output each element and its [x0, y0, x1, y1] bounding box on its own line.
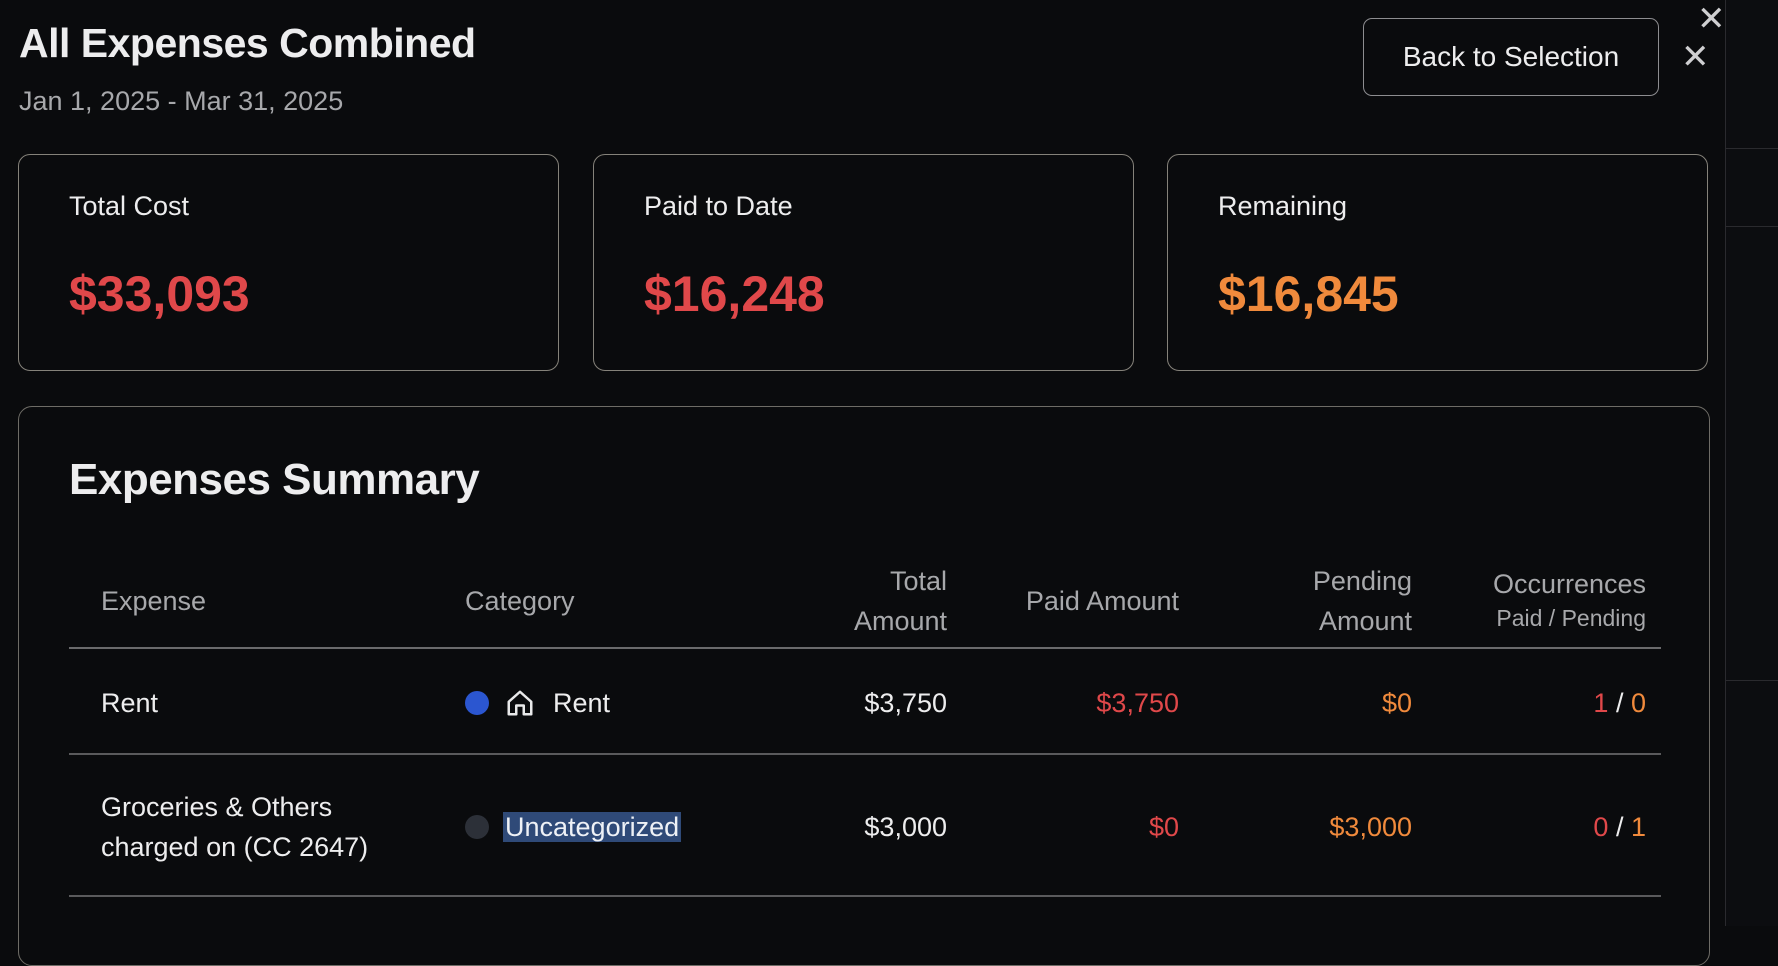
- page-title: All Expenses Combined: [19, 20, 476, 66]
- paid-to-date-card: Paid to Date $16,248: [593, 154, 1134, 371]
- total-cost-value: $33,093: [69, 266, 250, 322]
- pending-amount: $0: [1381, 688, 1412, 718]
- column-header-expense: Expense: [101, 586, 207, 616]
- column-header-occurrences: Occurrences Paid / Pending: [1492, 569, 1646, 631]
- back-to-selection-button[interactable]: Back to Selection: [1363, 18, 1659, 96]
- category-color-dot: [465, 815, 489, 839]
- paid-to-date-value: $16,248: [644, 266, 825, 322]
- total-cost-card: Total Cost $33,093: [18, 154, 559, 371]
- total-cost-label: Total Cost: [69, 191, 190, 221]
- column-header-paid: Paid Amount: [1025, 586, 1179, 616]
- column-header-total: Total Amount: [853, 566, 947, 636]
- column-header-category: Category: [465, 586, 575, 616]
- paid-amount: $3,750: [1096, 688, 1179, 718]
- close-icon[interactable]: ✕: [1697, 2, 1726, 36]
- expenses-summary-panel: Expenses Summary Expense Category Total …: [18, 406, 1710, 966]
- paid-amount: $0: [1148, 812, 1179, 842]
- summary-title: Expenses Summary: [69, 455, 480, 504]
- header-divider: [69, 647, 1661, 649]
- date-range: Jan 1, 2025 - Mar 31, 2025: [19, 86, 344, 116]
- close-icon[interactable]: ✕: [1681, 40, 1710, 74]
- occurrences-value: 0 / 1: [1593, 812, 1646, 842]
- column-header-pending: Pending Amount: [1312, 566, 1412, 636]
- remaining-value: $16,845: [1218, 266, 1399, 322]
- remaining-label: Remaining: [1218, 191, 1348, 221]
- total-amount: $3,000: [864, 812, 947, 842]
- category-color-dot: [465, 691, 489, 715]
- paid-to-date-label: Paid to Date: [644, 191, 793, 221]
- category-label: Uncategorized: [503, 812, 682, 842]
- row-divider: [69, 895, 1661, 897]
- expense-name: Groceries & Others charged on (CC 2647): [101, 792, 369, 862]
- expense-name: Rent: [101, 688, 159, 718]
- row-divider: [69, 753, 1661, 755]
- occurrences-value: 1 / 0: [1593, 688, 1646, 718]
- pending-amount: $3,000: [1329, 812, 1412, 842]
- house-icon: [507, 690, 533, 716]
- total-amount: $3,750: [864, 688, 947, 718]
- background-panel-edge: [1725, 0, 1778, 926]
- expenses-modal: All Expenses Combined Jan 1, 2025 - Mar …: [0, 0, 1726, 966]
- remaining-card: Remaining $16,845: [1167, 154, 1708, 371]
- category-label: Rent: [553, 688, 611, 718]
